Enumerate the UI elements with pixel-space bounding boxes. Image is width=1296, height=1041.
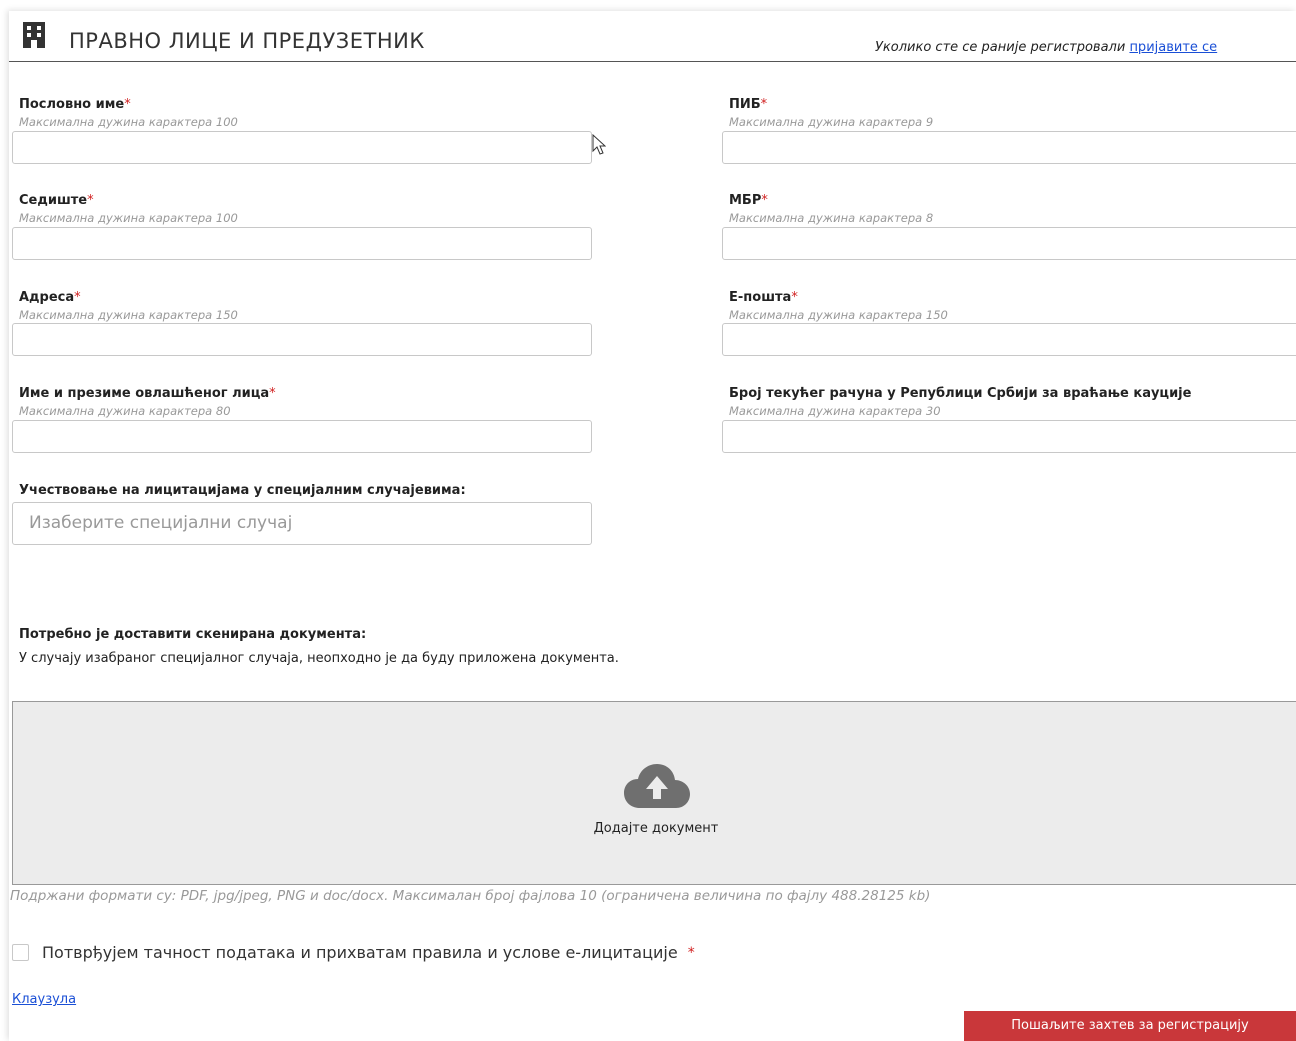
mbr-label-group: МБР* Максимална дужина карактера 8: [729, 193, 933, 225]
confirm-label: Потврђујем тачност података и прихватам …: [42, 943, 678, 962]
bank-account-input[interactable]: [722, 420, 1296, 453]
bank-account-hint: Максимална дужина карактера 30: [729, 404, 941, 418]
login-note: Уколико сте се раније регистровали прија…: [875, 40, 1217, 55]
address-label-group: Адреса* Максимална дужина карактера 150: [19, 290, 238, 322]
address-input[interactable]: [12, 323, 592, 356]
required-mark: *: [269, 386, 276, 401]
email-label-group: Е-пошта* Максимална дужина карактера 150: [729, 290, 948, 322]
authorized-person-label-group: Име и презиме овлашћеног лица* Максималн…: [19, 386, 276, 418]
page-header: ПРАВНО ЛИЦЕ И ПРЕДУЗЕТНИК Уколико сте се…: [9, 12, 1296, 62]
documents-note: У случају изабраног специјалног случаја,…: [19, 651, 619, 666]
special-case-select[interactable]: Изаберите специјални случај: [12, 502, 592, 545]
email-input[interactable]: [722, 323, 1296, 356]
email-label: Е-пошта: [729, 290, 792, 305]
bank-account-label-group: Број текућег рачуна у Републици Србији з…: [729, 386, 1191, 418]
document-dropzone[interactable]: Додајте документ: [12, 701, 1296, 885]
mbr-label: МБР: [729, 193, 762, 208]
required-mark: *: [791, 290, 798, 305]
authorized-person-hint: Максимална дужина карактера 80: [19, 404, 231, 418]
required-mark: *: [687, 944, 695, 961]
confirm-row: Потврђујем тачност података и прихватам …: [12, 943, 695, 962]
dropzone-label: Додајте документ: [593, 821, 719, 836]
address-hint: Максимална дужина карактера 150: [19, 308, 238, 322]
required-mark: *: [124, 97, 131, 112]
special-cases-label: Учествовање на лицитацијама у специјални…: [19, 483, 466, 498]
documents-title: Потребно је доставити скенирана документ…: [19, 627, 367, 642]
seat-label-group: Седиште* Максимална дужина карактера 100: [19, 193, 238, 225]
authorized-person-input[interactable]: [12, 420, 592, 453]
confirm-checkbox[interactable]: [12, 944, 29, 961]
business-name-input[interactable]: [12, 131, 592, 164]
submit-registration-button[interactable]: Пошаљите захтев за регистрацију: [964, 1011, 1296, 1041]
pib-label: ПИБ: [729, 97, 761, 112]
required-mark: *: [760, 97, 768, 112]
business-name-label-group: Пословно име* Максимална дужина карактер…: [19, 97, 238, 129]
pib-label-group: ПИБ* Максимална дужина карактера 9: [729, 97, 933, 129]
login-note-text: Уколико сте се раније регистровали: [875, 40, 1130, 55]
seat-hint: Максимална дужина карактера 100: [19, 211, 238, 225]
clause-link[interactable]: Клаузула: [12, 992, 76, 1007]
mouse-cursor-icon: [592, 134, 606, 155]
mbr-hint: Максимална дужина карактера 8: [729, 211, 934, 225]
required-mark: *: [87, 193, 94, 208]
mbr-input[interactable]: [722, 227, 1296, 260]
supported-formats-note: Подржани формати су: PDF, jpg/jpeg, PNG …: [10, 888, 931, 904]
bank-account-label: Број текућег рачуна у Републици Србији з…: [729, 386, 1192, 401]
login-link[interactable]: пријавите се: [1129, 40, 1217, 55]
pib-hint: Максимална дужина карактера 9: [729, 115, 934, 129]
business-name-hint: Максимална дужина карактера 100: [19, 115, 238, 129]
email-hint: Максимална дужина карактера 150: [729, 308, 948, 322]
seat-input[interactable]: [12, 227, 592, 260]
seat-label: Седиште: [19, 193, 88, 208]
authorized-person-label: Име и презиме овлашћеног лица: [19, 386, 270, 401]
cloud-upload-icon: [624, 764, 690, 808]
required-mark: *: [761, 193, 768, 208]
building-icon: [23, 22, 45, 48]
required-mark: *: [74, 290, 81, 305]
pib-input[interactable]: [722, 131, 1296, 164]
page-title: ПРАВНО ЛИЦЕ И ПРЕДУЗЕТНИК: [69, 29, 425, 53]
special-cases-label-group: Учествовање на лицитацијама у специјални…: [19, 483, 466, 498]
address-label: Адреса: [19, 290, 75, 305]
business-name-label: Пословно име: [19, 97, 125, 112]
